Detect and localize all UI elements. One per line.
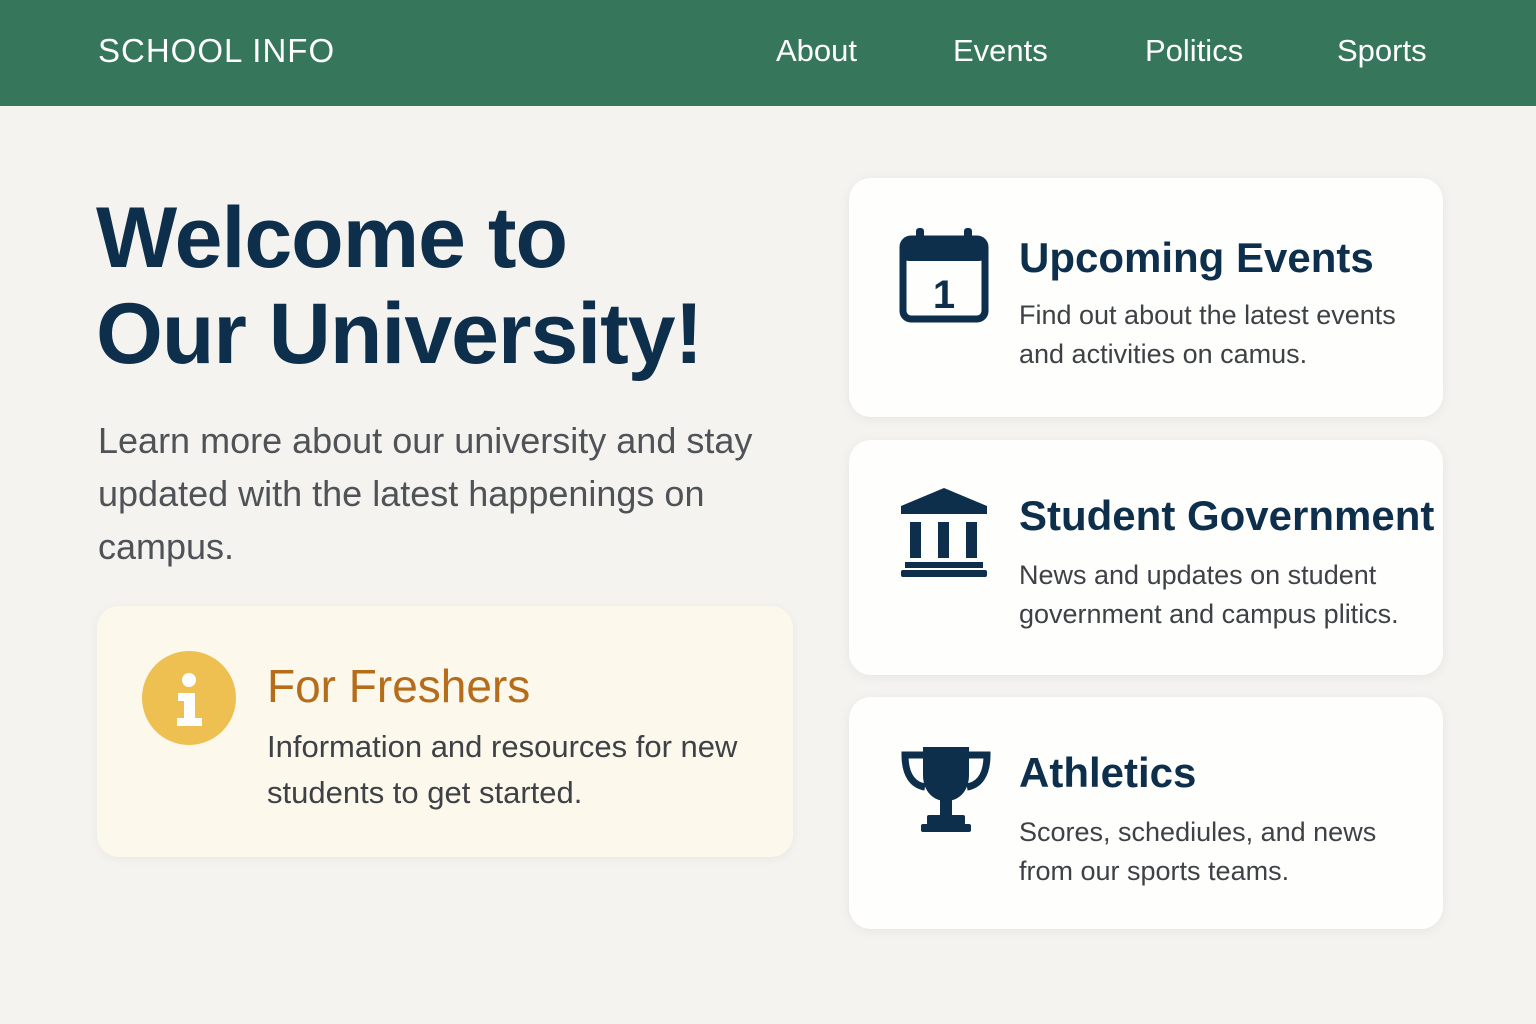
freshers-card[interactable]: For Freshers Information and resources f… bbox=[97, 606, 793, 857]
calendar-icon: 1 bbox=[899, 226, 989, 331]
card-student-government[interactable]: Student Government News and updates on s… bbox=[849, 440, 1443, 675]
calendar-icon-number: 1 bbox=[933, 273, 955, 317]
card-text-upcoming-events: Find out about the latest events and act… bbox=[1019, 300, 1396, 369]
nav-link-politics[interactable]: Politics bbox=[1145, 33, 1243, 69]
trophy-icon bbox=[899, 745, 993, 840]
card-text-student-government: News and updates on student government a… bbox=[1019, 560, 1399, 629]
page-title-line-2: Our University! bbox=[96, 286, 703, 382]
card-text-athletics: Scores, schediules, and news from our sp… bbox=[1019, 817, 1377, 886]
card-title-upcoming-events: Upcoming Events bbox=[1019, 234, 1374, 281]
page-title-line-1: Welcome to bbox=[96, 190, 568, 286]
nav-link-about[interactable]: About bbox=[776, 33, 857, 69]
nav-link-events[interactable]: Events bbox=[953, 33, 1048, 69]
government-building-icon bbox=[899, 486, 989, 583]
top-navigation-bar: SCHOOL INFO About Events Politics Sports bbox=[0, 0, 1536, 106]
nav-link-sports[interactable]: Sports bbox=[1337, 33, 1427, 69]
page-title: Welcome to Our University! bbox=[96, 190, 796, 382]
info-icon bbox=[142, 651, 236, 745]
page-subtitle: Learn more about our university and stay… bbox=[98, 420, 753, 567]
card-title-athletics: Athletics bbox=[1019, 749, 1197, 796]
site-brand[interactable]: SCHOOL INFO bbox=[98, 32, 335, 70]
card-athletics[interactable]: Athletics Scores, schediules, and news f… bbox=[849, 697, 1443, 929]
freshers-description: Information and resources for new studen… bbox=[267, 729, 738, 810]
card-title-student-government: Student Government bbox=[1019, 492, 1435, 539]
freshers-title: For Freshers bbox=[267, 660, 531, 712]
card-upcoming-events[interactable]: 1 Upcoming Events Find out about the lat… bbox=[849, 178, 1443, 417]
